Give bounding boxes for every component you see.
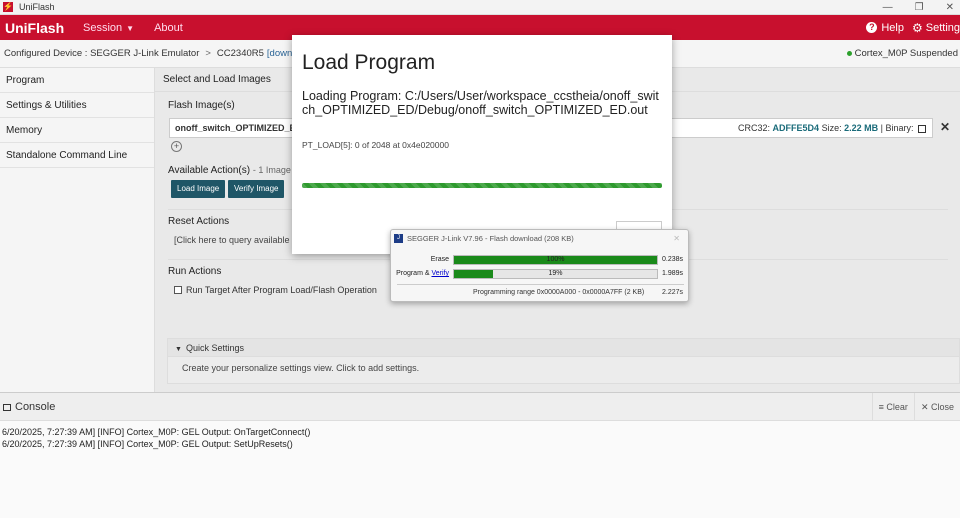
console-line: 6/20/2025, 7:27:39 AM] [INFO] Cortex_M0P… (2, 439, 293, 449)
sidebar: Program Settings & Utilities Memory Stan… (0, 68, 155, 392)
quick-settings-body[interactable]: Create your personalize settings view. C… (168, 357, 959, 379)
erase-time: 0.238s (662, 256, 684, 263)
run-target-checkbox[interactable] (174, 286, 182, 294)
sidebar-item-settings-utilities[interactable]: Settings & Utilities (0, 93, 154, 118)
console-panel: Console ≡ Clear ✕ Close 6/20/2025, 7:27:… (0, 392, 960, 518)
quick-settings-panel: ▼ Quick Settings Create your personalize … (167, 338, 960, 384)
binary-label: | Binary: (880, 123, 914, 133)
program-percent: 19% (548, 270, 563, 277)
run-actions-label: Run Actions (168, 266, 222, 277)
close-icon: ✕ (920, 402, 931, 412)
settings-button[interactable]: ⚙ Setting (912, 21, 960, 35)
flash-images-label: Flash Image(s) (168, 100, 235, 111)
app-brand: UniFlash (5, 19, 65, 36)
close-icon[interactable]: ✕ (673, 230, 680, 247)
available-actions-header: Available Action(s) - 1 Image Se (168, 165, 304, 176)
erase-percent: 100% (546, 256, 565, 263)
load-status: PT_LOAD[5]: 0 of 2048 at 0x4e020000 (302, 140, 449, 150)
segger-flash-window: J SEGGER J-Link V7.96 - Flash download (… (390, 229, 689, 302)
divider (397, 284, 684, 285)
quick-settings-header[interactable]: ▼ Quick Settings (168, 339, 959, 357)
erase-progress-bar: 100% (453, 255, 658, 265)
remove-image-icon[interactable]: ✕ (940, 120, 950, 134)
session-menu-label: Session (83, 21, 123, 34)
load-image-button[interactable]: Load Image (171, 180, 226, 198)
query-reset-link[interactable]: [Click here to query available re (174, 235, 300, 245)
session-menu[interactable]: Session ▼ (83, 22, 134, 34)
file-info: CRC32: ADFFE5D4 Size: 2.22 MB | Binary: (738, 119, 926, 137)
minimize-icon[interactable]: — (883, 0, 893, 15)
window-controls: — ❐ ✕ (883, 0, 954, 15)
target-status: Cortex_M0P Suspended (846, 40, 958, 68)
program-row: Program & Verify 19% 1.989s (391, 268, 690, 280)
dialog-title: Load Program (302, 51, 436, 74)
programming-range: Programming range 0x0000A000 - 0x0000A7F… (473, 289, 645, 296)
run-target-checkbox-row[interactable]: Run Target After Program Load/Flash Oper… (174, 285, 377, 295)
segger-titlebar: J SEGGER J-Link V7.96 - Flash download (… (391, 230, 688, 247)
console-title: Console (15, 401, 56, 413)
reset-actions-label: Reset Actions (168, 216, 230, 227)
program-progress-bar: 19% (453, 269, 658, 279)
console-header: Console ≡ Clear ✕ Close (0, 393, 960, 421)
help-label: Help (881, 21, 904, 34)
load-progress-bar (302, 183, 662, 188)
caret-down-icon: ▼ (175, 346, 182, 353)
dialog-message: Loading Program: C:/Users/User/workspace… (302, 89, 659, 117)
size-label: Size: (821, 123, 842, 133)
uniflash-logo-icon: ⚡ (3, 2, 13, 12)
verify-image-button[interactable]: Verify Image (228, 180, 285, 198)
restore-icon[interactable]: ❐ (915, 0, 924, 15)
configured-device-label: Configured Device : SEGGER J-Link Emulat… (4, 48, 200, 59)
sidebar-item-memory[interactable]: Memory (0, 118, 154, 143)
about-menu[interactable]: About (154, 22, 183, 34)
program-time: 1.989s (662, 270, 684, 277)
program-label-text: Program & (396, 270, 430, 277)
erase-row: Erase 100% 0.238s (391, 254, 690, 266)
console-log: 6/20/2025, 7:27:39 AM] [INFO] Cortex_M0P… (0, 421, 960, 450)
load-program-dialog: Load Program Loading Program: C:/Users/U… (292, 35, 672, 254)
breadcrumb-separator: > (205, 48, 211, 59)
console-line: 6/20/2025, 7:27:39 AM] [INFO] Cortex_M0P… (2, 427, 311, 437)
clear-button[interactable]: ≡ Clear (871, 393, 914, 421)
verify-link[interactable]: Verify (431, 270, 449, 277)
segger-title: SEGGER J-Link V7.96 - Flash download (20… (407, 234, 574, 243)
crc-value: ADFFE5D4 (772, 123, 820, 133)
size-value: 2.22 MB (844, 123, 879, 133)
crc-label: CRC32: (738, 123, 771, 133)
help-button[interactable]: ? Help (866, 22, 904, 34)
close-label: Close (930, 402, 954, 412)
binary-checkbox[interactable] (918, 124, 926, 133)
sidebar-item-standalone-command-line[interactable]: Standalone Command Line (0, 143, 154, 168)
run-target-label: Run Target After Program Load/Flash Oper… (186, 285, 377, 295)
segger-logo-icon: J (394, 234, 403, 243)
help-icon: ? (866, 22, 878, 33)
gear-icon: ⚙ (911, 20, 923, 35)
window-title: UniFlash (19, 2, 55, 12)
total-time: 2.227s (662, 289, 684, 296)
window-titlebar: ⚡ UniFlash — ❐ ✕ (0, 0, 960, 15)
target-status-text: Cortex_M0P Suspended (854, 48, 958, 59)
add-image-icon[interactable]: + (171, 141, 182, 152)
clear-label: Clear (886, 402, 908, 412)
file-name: onoff_switch_OPTIMIZED_ED.o (175, 123, 311, 133)
sidebar-item-program[interactable]: Program (0, 68, 154, 93)
close-console-button[interactable]: ✕ Close (913, 393, 960, 421)
program-label: Program & Verify (391, 268, 449, 280)
quick-settings-title: Quick Settings (185, 343, 244, 353)
erase-label: Erase (430, 256, 449, 263)
console-icon (3, 403, 11, 411)
device-name: CC2340R5 (216, 48, 264, 59)
caret-down-icon: ▼ (126, 23, 135, 33)
close-window-icon[interactable]: ✕ (946, 0, 954, 15)
available-actions-label: Available Action(s) (168, 165, 251, 176)
settings-label: Setting (925, 21, 960, 34)
status-dot-icon (846, 50, 852, 56)
